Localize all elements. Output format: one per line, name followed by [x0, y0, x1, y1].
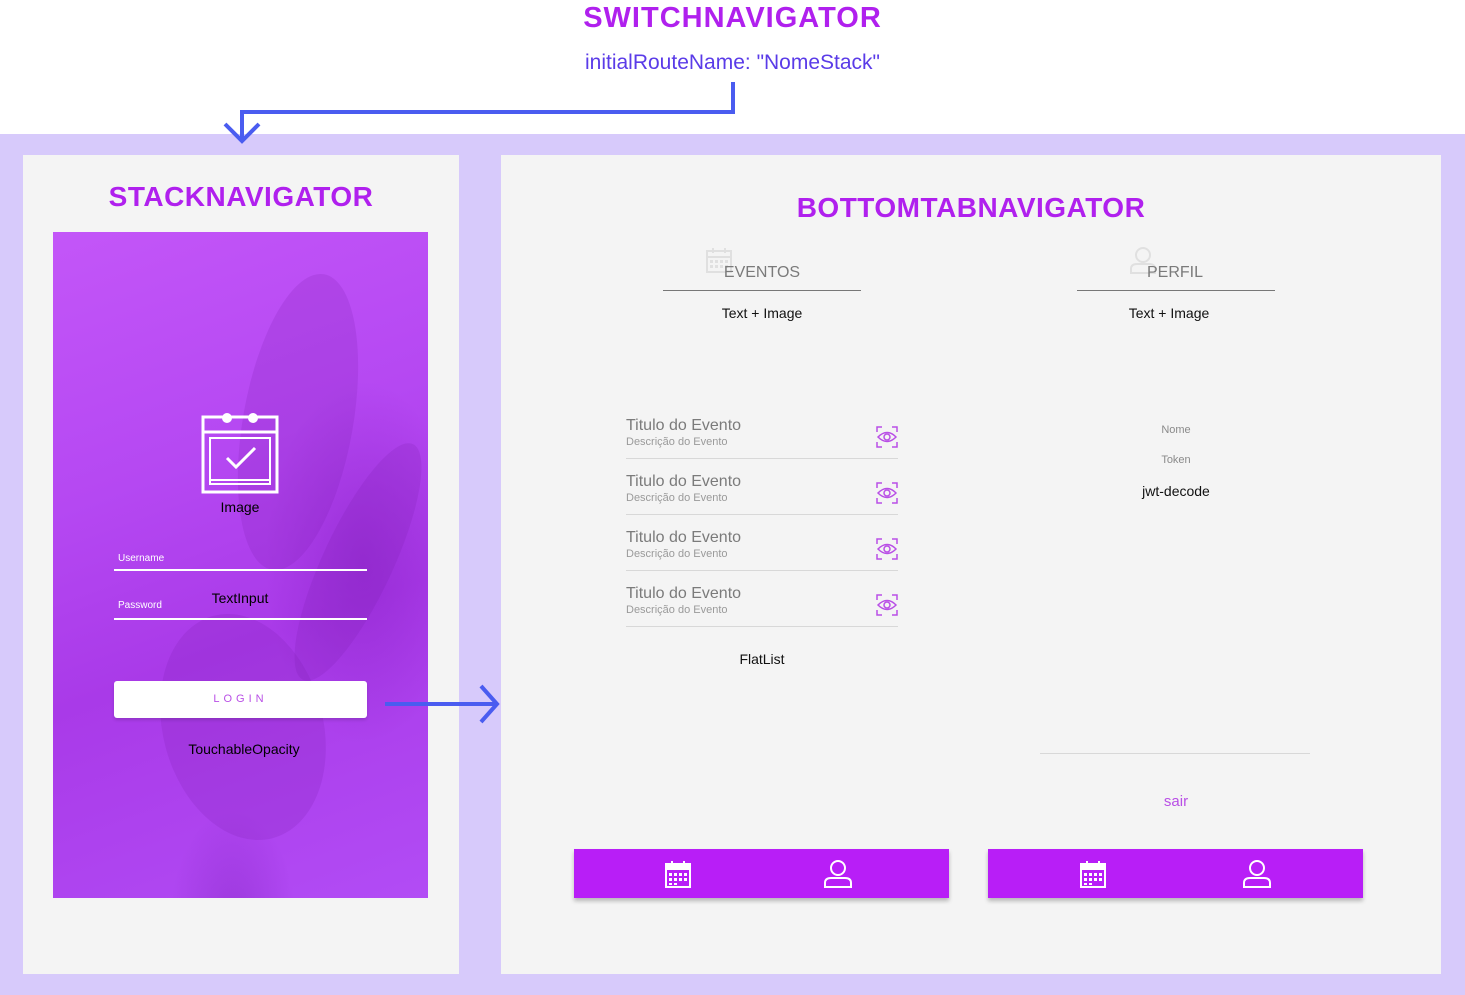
eye-icon[interactable]: [875, 537, 899, 561]
event-title: Titulo do Evento: [626, 417, 742, 434]
calendar-check-logo: [201, 413, 279, 494]
list-item[interactable]: Titulo do Evento Descrição do Evento: [626, 459, 898, 515]
bottom-tab-navigator-title: BOTTOMTABNAVIGATOR: [796, 192, 1146, 223]
event-title: Titulo do Evento: [626, 473, 742, 490]
login-screen: [53, 232, 428, 898]
diagram-root: SWITCHNAVIGATOR initialRouteName: "NomeS…: [0, 0, 1465, 995]
perfil-header-divider: [1077, 290, 1275, 291]
username-label: Username: [118, 553, 165, 564]
password-label: Password: [118, 600, 162, 611]
stack-navigator-title: STACKNAVIGATOR: [108, 181, 374, 212]
switch-navigator-title: SWITCHNAVIGATOR: [583, 2, 882, 34]
jwt-decode-annotation: jwt-decode: [1142, 483, 1210, 499]
bottom-tab-bar-eventos: [574, 849, 949, 898]
user-icon[interactable]: [823, 859, 853, 889]
flatlist-annotation: FlatList: [739, 651, 785, 667]
token-label: Token: [1161, 454, 1191, 466]
sair-button[interactable]: sair: [1126, 793, 1226, 810]
event-title: Titulo do Evento: [626, 585, 742, 602]
calendar-icon[interactable]: [1079, 859, 1109, 889]
event-description: Descrição do Evento: [626, 604, 728, 616]
list-item[interactable]: Titulo do Evento Descrição do Evento: [626, 515, 898, 571]
nome-label: Nome: [1161, 424, 1191, 436]
eye-icon[interactable]: [875, 425, 899, 449]
event-description: Descrição do Evento: [626, 492, 728, 504]
image-annotation: Image: [220, 499, 260, 515]
textinput-annotation: TextInput: [211, 590, 269, 606]
eventos-header-annotation: Text + Image: [721, 305, 803, 321]
user-icon[interactable]: [1242, 859, 1272, 889]
event-description: Descrição do Evento: [626, 548, 728, 560]
event-description: Descrição do Evento: [626, 436, 728, 448]
perfil-divider: [1040, 753, 1310, 754]
perfil-header-annotation: Text + Image: [1128, 305, 1210, 321]
perfil-header: PERFIL: [1146, 264, 1203, 281]
stack-to-tabs-arrow: [385, 684, 500, 724]
switch-to-stack-arrow: [223, 82, 735, 144]
list-item[interactable]: Titulo do Evento Descrição do Evento: [626, 403, 898, 459]
event-title: Titulo do Evento: [626, 529, 742, 546]
login-button[interactable]: LOGIN: [114, 681, 367, 718]
initial-route-label: initialRouteName: "NomeStack": [584, 51, 881, 74]
list-item[interactable]: Titulo do Evento Descrição do Evento: [626, 571, 898, 627]
bottom-tab-bar-perfil: [988, 849, 1363, 898]
touchable-opacity-annotation: TouchableOpacity: [188, 741, 300, 757]
eye-icon[interactable]: [875, 481, 899, 505]
eventos-header-divider: [663, 290, 861, 291]
eye-icon[interactable]: [875, 593, 899, 617]
eventos-header: EVENTOS: [723, 264, 801, 281]
username-input[interactable]: [114, 569, 367, 571]
calendar-icon[interactable]: [664, 859, 694, 889]
password-input[interactable]: [114, 618, 367, 620]
